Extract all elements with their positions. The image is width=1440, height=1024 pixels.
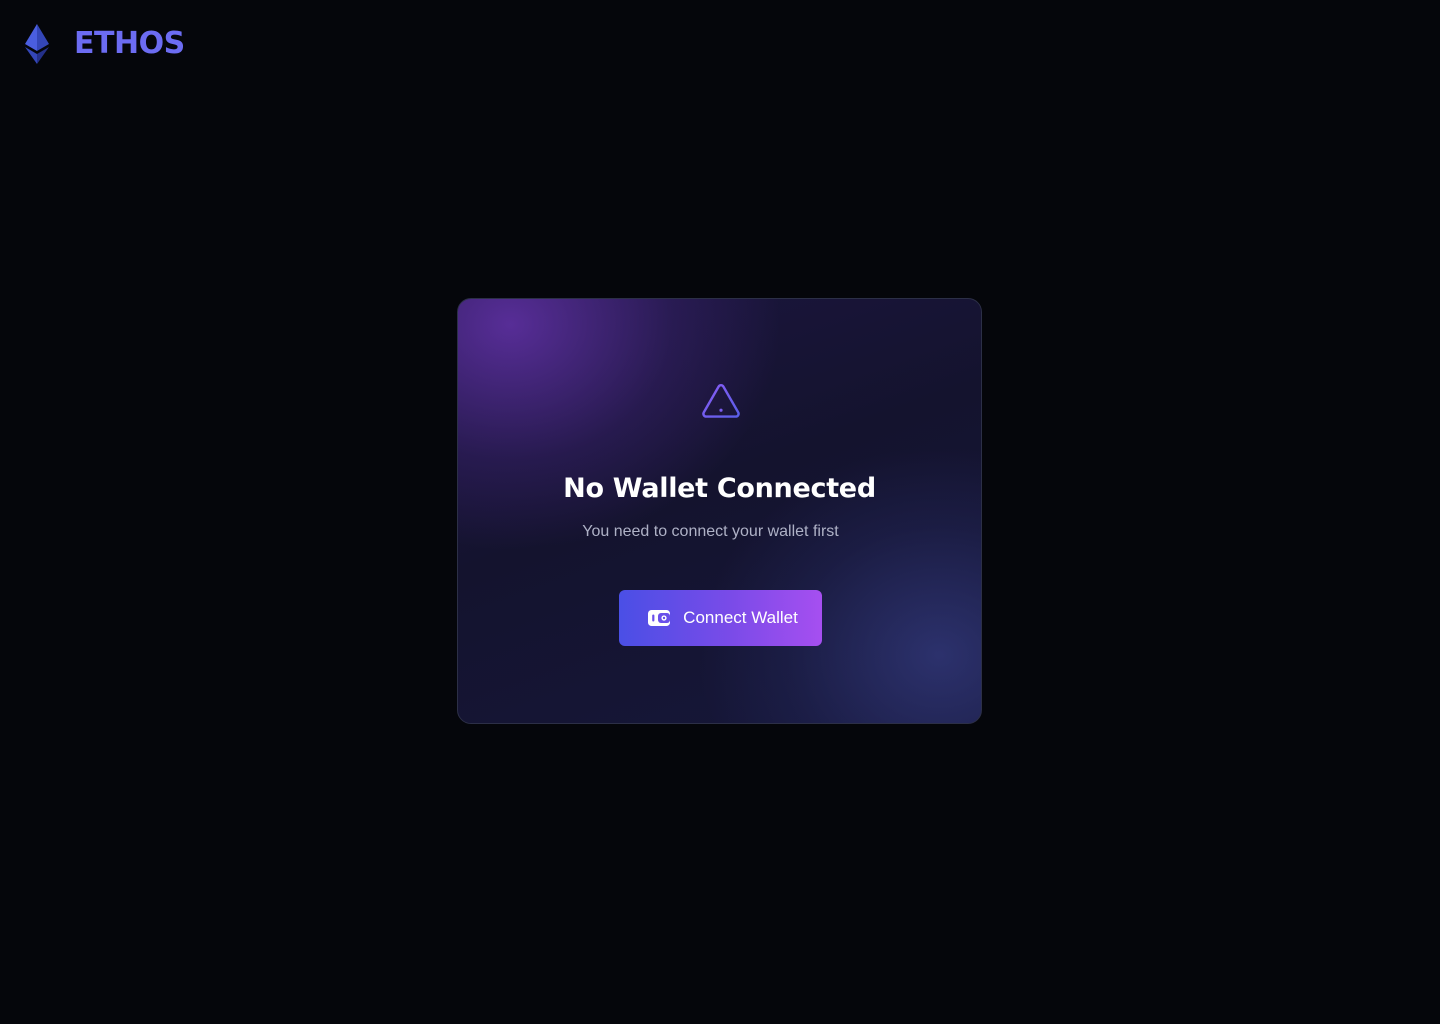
no-wallet-card: No Wallet Connected You need to connect … bbox=[457, 298, 982, 724]
ethereum-diamond-icon bbox=[25, 24, 49, 64]
connect-wallet-button[interactable]: Connect Wallet bbox=[619, 590, 822, 646]
connect-wallet-label: Connect Wallet bbox=[683, 608, 798, 627]
brand-name: ETHOS bbox=[74, 26, 185, 61]
wallet-icon bbox=[648, 610, 671, 626]
empty-state-subtitle: You need to connect your wallet first bbox=[582, 523, 839, 540]
page: ETHOS No Wallet Connected You need to co… bbox=[0, 0, 1440, 1024]
brand-logo[interactable]: ETHOS bbox=[22, 22, 185, 66]
empty-state-title: No Wallet Connected bbox=[563, 473, 876, 504]
warning-triangle-icon bbox=[702, 383, 740, 418]
